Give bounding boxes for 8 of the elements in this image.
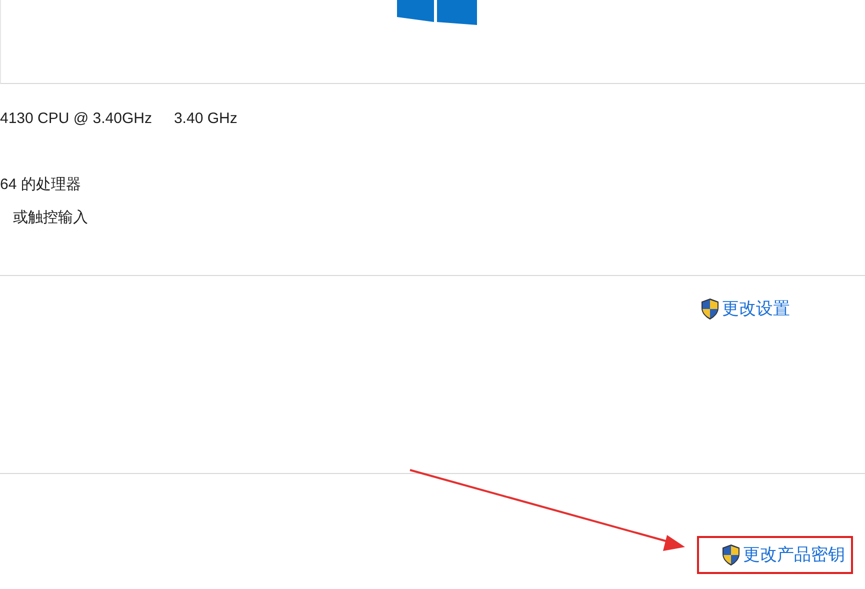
change-product-key-link[interactable]: 更改产品密钥 — [721, 543, 845, 566]
processor-speed: 3.40 GHz — [174, 110, 238, 127]
change-settings-link[interactable]: 更改设置 — [700, 297, 790, 320]
shield-icon — [700, 298, 720, 320]
processor-name: 4130 CPU @ 3.40GHz — [0, 110, 152, 127]
shield-icon — [721, 544, 741, 566]
pen-touch-info: 或触控输入 — [13, 208, 88, 227]
system-type: 64 的处理器 — [0, 175, 81, 194]
